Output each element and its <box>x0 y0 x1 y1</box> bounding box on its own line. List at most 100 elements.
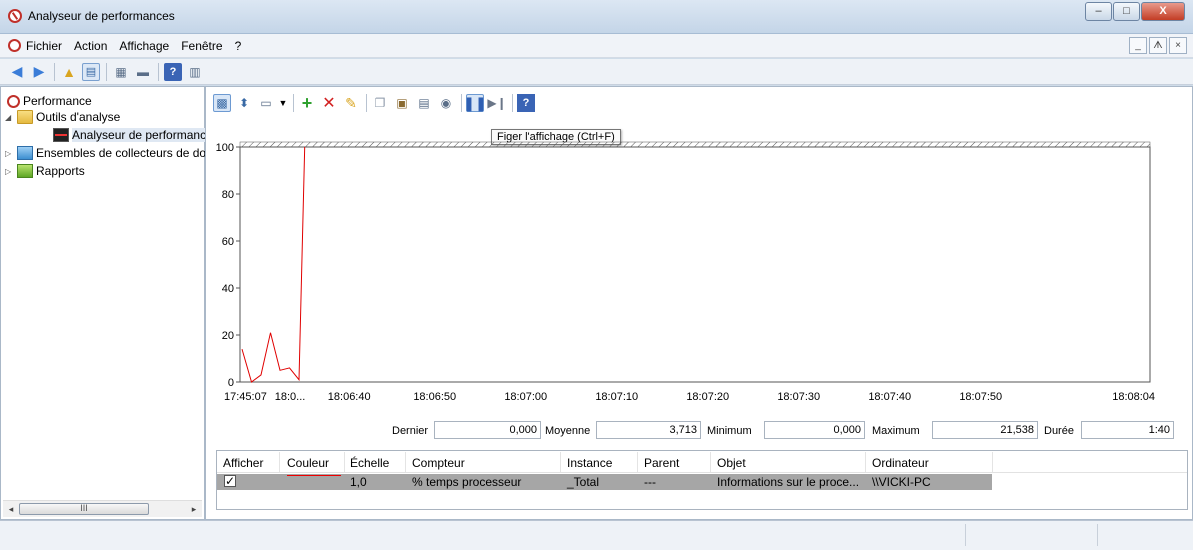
tree-item-performance[interactable]: Performance <box>7 93 92 109</box>
maximum-value: 21,538 <box>932 421 1038 439</box>
y-tick-label: 0 <box>228 377 234 389</box>
tree-item-ensembles[interactable]: ▷ Ensembles de collecteurs de données <box>5 145 239 161</box>
status-bar <box>0 520 1193 550</box>
update-data-icon[interactable]: ▶❙ <box>487 94 506 112</box>
mdi-restore-button[interactable]: ᗑ <box>1149 37 1167 54</box>
cell-object: Informations sur le proce... <box>717 475 860 489</box>
counter-legend-table: Afficher Couleur Échelle Compteur Instan… <box>216 450 1188 510</box>
x-tick-label: 18:08:04 <box>1112 391 1155 403</box>
x-tick-label: 18:07:30 <box>777 391 820 403</box>
header-parent[interactable]: Parent <box>644 456 679 470</box>
tree-item-analyseur[interactable]: Analyseur de performances <box>53 127 219 143</box>
help-icon[interactable]: ? <box>517 94 535 112</box>
copy-properties-icon[interactable]: ❐ <box>371 94 389 112</box>
plot-frame <box>239 146 1151 383</box>
window-title: Analyseur de performances <box>28 9 175 23</box>
toolbar-separator <box>293 94 294 112</box>
scroll-left-icon[interactable]: ◂ <box>5 503 17 515</box>
menu-bar: Fichier Action Affichage Fenêtre ? _ ᗑ × <box>0 34 1193 58</box>
view-current-activity-icon[interactable]: ▩ <box>213 94 231 112</box>
tree-item-rapports[interactable]: ▷ Rapports <box>5 163 85 179</box>
collector-sets-icon <box>17 146 33 160</box>
table-row[interactable]: ✓ 1,0 % temps processeur _Total --- Info… <box>217 474 992 490</box>
monitor-icon <box>53 128 69 142</box>
folder-icon <box>17 110 33 124</box>
up-folder-icon[interactable]: ▲ <box>60 63 78 81</box>
duration-label: Durée <box>1044 425 1074 437</box>
window-title-bar: Analyseur de performances – □ X <box>0 0 1193 34</box>
print-icon[interactable]: ▬ <box>134 63 152 81</box>
graph-toolbar: ▩ ⬍ ▭ ▼ + ✕ ✎ ❐ ▣ ▤ ◉ ❚❚ ▶❙ ? <box>209 90 1189 116</box>
scroll-thumb[interactable]: III <box>19 503 149 515</box>
highlight-icon[interactable]: ✎ <box>342 94 360 112</box>
show-counter-checkbox[interactable]: ✓ <box>224 475 236 487</box>
properties-icon[interactable]: ▤ <box>415 94 433 112</box>
chart-top-band <box>239 141 1151 148</box>
minimum-value: 0,000 <box>764 421 865 439</box>
properties-icon[interactable]: ▦ <box>112 63 130 81</box>
tree-horizontal-scrollbar[interactable]: ◂ III ▸ <box>3 500 202 517</box>
header-ordinateur[interactable]: Ordinateur <box>872 456 929 470</box>
y-tick-label: 80 <box>222 189 234 201</box>
column-separator <box>637 452 638 472</box>
header-couleur[interactable]: Couleur <box>287 456 329 470</box>
expand-arrow-icon[interactable]: ▷ <box>5 149 15 158</box>
view-log-data-icon[interactable]: ⬍ <box>235 94 253 112</box>
expand-arrow-icon[interactable]: ▷ <box>5 167 15 176</box>
statistics-bar: Dernier 0,000 Moyenne 3,713 Minimum 0,00… <box>206 421 1193 443</box>
performance-chart: 0 20 40 60 80 100 17:45:07 18:0... 18:06:40 18:06… <box>216 137 1188 407</box>
header-objet[interactable]: Objet <box>717 456 746 470</box>
mdi-close-button[interactable]: × <box>1169 37 1187 54</box>
cell-counter: % temps processeur <box>412 475 522 489</box>
duration-value: 1:40 <box>1081 421 1174 439</box>
help-icon[interactable]: ? <box>164 62 182 81</box>
minimize-button[interactable]: – <box>1085 2 1112 21</box>
minimum-label: Minimum <box>707 425 752 437</box>
mdi-minimize-button[interactable]: _ <box>1129 37 1147 54</box>
menu-action[interactable]: Action <box>74 39 107 53</box>
y-tick-label: 40 <box>222 283 234 295</box>
y-tick-label: 100 <box>216 142 234 154</box>
column-separator <box>279 452 280 472</box>
toolbar-separator <box>461 94 462 112</box>
tree-item-outils-analyse[interactable]: ◢ Outils d'analyse <box>5 109 120 125</box>
show-hide-tree-icon[interactable]: ▤ <box>82 62 100 81</box>
header-compteur[interactable]: Compteur <box>412 456 465 470</box>
freeze-display-icon[interactable]: ❚❚ <box>463 94 487 112</box>
add-counter-icon[interactable]: + <box>298 93 316 113</box>
graph-type-dropdown-icon[interactable]: ▼ <box>279 94 288 112</box>
toolbar-separator <box>54 62 55 81</box>
average-label: Moyenne <box>545 425 591 437</box>
child-window-icon[interactable] <box>8 39 21 52</box>
close-button[interactable]: X <box>1141 2 1185 21</box>
paste-counter-list-icon[interactable]: ▣ <box>393 94 411 112</box>
column-separator <box>710 452 711 472</box>
x-tick-label: 18:06:40 <box>328 391 371 403</box>
menu-affichage[interactable]: Affichage <box>119 39 169 53</box>
maximize-button[interactable]: □ <box>1113 2 1140 21</box>
cell-computer: \\VICKI-PC <box>872 475 931 489</box>
column-separator <box>865 452 866 472</box>
menu-fichier[interactable]: Fichier <box>26 39 62 53</box>
window-controls: – □ X <box>1084 2 1185 21</box>
collapse-arrow-icon[interactable]: ◢ <box>5 113 15 122</box>
header-echelle[interactable]: Échelle <box>350 456 389 470</box>
header-afficher[interactable]: Afficher <box>223 456 263 470</box>
header-instance[interactable]: Instance <box>567 456 612 470</box>
delete-counter-icon[interactable]: ✕ <box>320 94 338 112</box>
forward-arrow-icon[interactable]: ▶ <box>30 63 48 81</box>
reports-icon <box>17 164 33 178</box>
last-label: Dernier <box>392 425 429 437</box>
action-pane-icon[interactable]: ▥ <box>186 63 204 81</box>
cell-scale: 1,0 <box>350 475 367 489</box>
x-tick-label: 18:0... <box>275 391 306 403</box>
change-graph-type-icon[interactable]: ▭ <box>257 94 275 112</box>
toolbar-separator <box>512 94 513 112</box>
menu-help[interactable]: ? <box>235 39 242 53</box>
zoom-icon[interactable]: ◉ <box>437 94 455 112</box>
menu-fenetre[interactable]: Fenêtre <box>181 39 222 53</box>
toolbar-separator <box>106 62 107 81</box>
scroll-right-icon[interactable]: ▸ <box>188 503 200 515</box>
performance-monitor-icon <box>8 9 22 23</box>
back-arrow-icon[interactable]: ◀ <box>8 63 26 81</box>
